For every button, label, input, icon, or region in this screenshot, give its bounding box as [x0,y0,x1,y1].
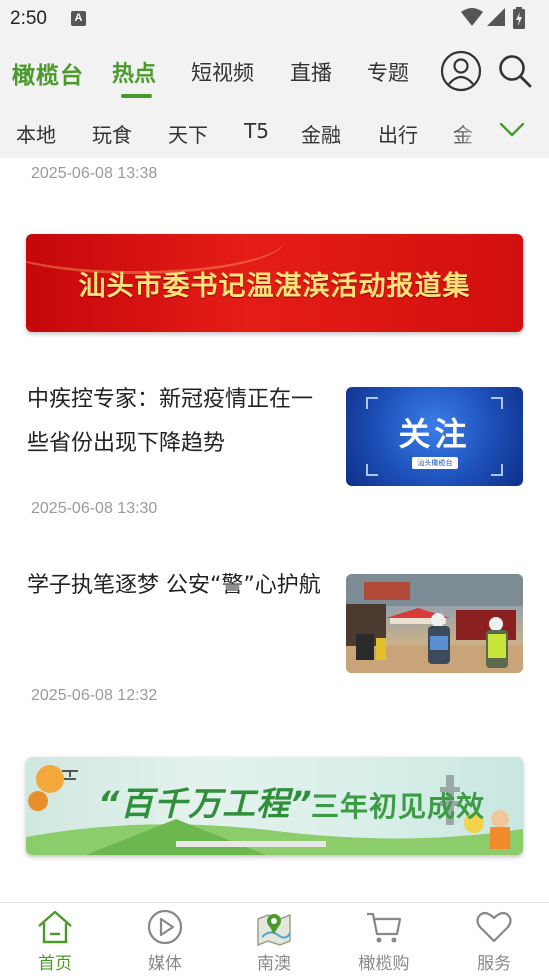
heart-icon [476,911,512,943]
nav-shop-label: 橄榄购 [358,954,410,974]
user-icon[interactable] [440,50,482,92]
article-thumbnail-photo[interactable] [346,574,523,673]
search-icon[interactable] [497,53,533,89]
nav-nanao-label: 南澳 [257,954,291,974]
nav-home[interactable]: 首页 [15,907,95,974]
channel-food[interactable]: 玩食 [92,119,132,148]
channel-travel[interactable]: 出行 [378,119,418,148]
article-timestamp: 2025-06-08 13:38 [31,165,158,182]
thumb-corner [491,397,503,409]
thumbnail-text: 关注 [398,415,471,453]
channel-t5[interactable]: T5 [244,119,269,143]
map-icon [257,913,291,947]
nav-nanao[interactable]: 南澳 [234,907,314,974]
article-title[interactable]: 学子执笔逐梦 公安“警”心护航 [27,564,327,608]
banner-text: 汕头市委书记温湛滨活动报道集 [78,271,471,302]
article-timestamp: 2025-06-08 13:30 [31,500,158,517]
article-thumbnail[interactable]: 关注 汕头橄榄台 [346,387,523,486]
thumb-corner [366,464,378,476]
signal-icon [487,8,505,26]
banner-title: “百千万工程” [98,784,313,823]
cart-icon [367,912,402,943]
thumb-corner [491,464,503,476]
channel-local[interactable]: 本地 [16,119,56,148]
banner-secretary-reports[interactable]: 汕头市委书记温湛滨活动报道集 [26,234,523,332]
tab-topics[interactable]: 专题 [367,57,409,87]
home-icon [38,910,72,944]
battery-icon [513,7,525,29]
nav-home-label: 首页 [38,954,72,974]
exam-police-photo [346,574,523,673]
nav-service[interactable]: 服务 [454,907,534,974]
tab-short-video[interactable]: 短视频 [191,57,254,87]
thumbnail-tag: 汕头橄榄台 [412,457,458,469]
play-icon [147,909,183,945]
channel-finance[interactable]: 金融 [301,119,341,148]
chevron-down-icon[interactable] [499,121,525,139]
thumb-corner [366,397,378,409]
notification-icon: A [71,11,86,26]
nav-media[interactable]: 媒体 [125,907,205,974]
active-tab-indicator [121,94,152,98]
channel-bar: 本地 玩食 天下 T5 金融 出行 金 [0,104,549,158]
banner-project-achievements[interactable]: “百千万工程” 三年初见成效 [26,757,523,855]
nav-service-label: 服务 [477,954,511,974]
article-title[interactable]: 中疾控专家：新冠疫情正在一些省份出现下降趋势 [27,378,327,466]
tab-live[interactable]: 直播 [290,57,332,87]
nav-shop[interactable]: 橄榄购 [344,907,424,974]
brand-logo[interactable]: 橄榄台 [12,56,84,90]
status-bar: 2:50 A [0,0,549,38]
tab-hot[interactable]: 热点 [112,56,156,88]
channel-world[interactable]: 天下 [168,119,208,148]
banner-subtitle: 三年初见成效 [311,790,486,823]
status-time: 2:50 [10,8,47,29]
top-nav: 橄榄台 热点 短视频 直播 专题 [0,38,549,104]
bottom-nav: 首页 媒体 南澳 橄榄购 服务 [0,902,549,976]
nav-media-label: 媒体 [148,954,182,974]
article-timestamp: 2025-06-08 12:32 [31,687,158,704]
wifi-icon [461,8,483,26]
